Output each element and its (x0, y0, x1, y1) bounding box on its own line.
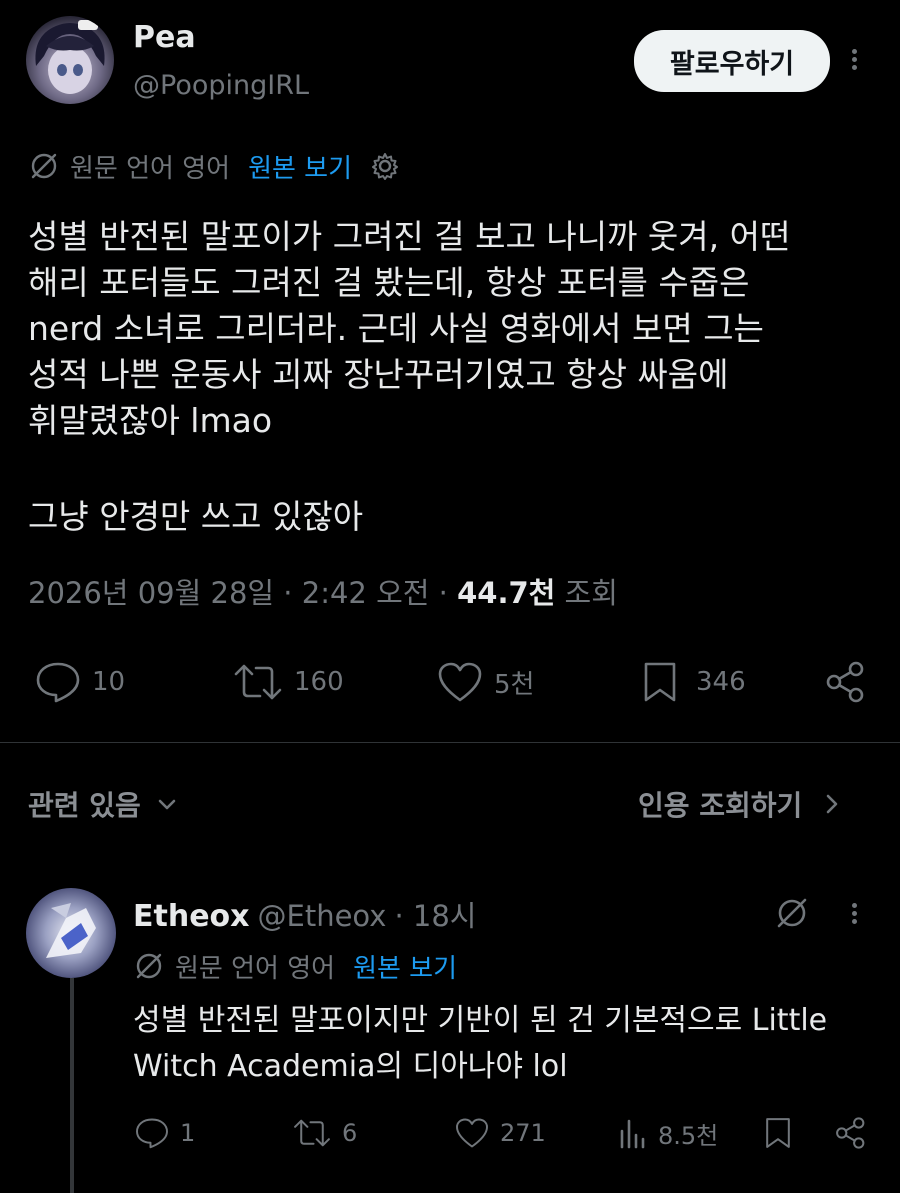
reply-count: 10 (92, 667, 126, 697)
share-icon (836, 1117, 865, 1149)
timestamp[interactable]: 2026년 09월 28일 · 2:42 오전 · (28, 576, 448, 610)
more-options-icon[interactable] (852, 46, 857, 73)
reply-retweet-count: 6 (342, 1119, 358, 1147)
analytics-icon (620, 1119, 645, 1148)
reply-author-avatar[interactable] (26, 888, 116, 978)
divider (0, 742, 900, 743)
reply-more-options-icon[interactable] (852, 900, 857, 927)
like-button[interactable]: 5천 (436, 660, 534, 704)
author-handle[interactable]: @PoopingIRL (133, 70, 309, 101)
reply-reply-button[interactable]: 1 (134, 1116, 195, 1150)
reply-like-button[interactable]: 271 (454, 1116, 546, 1150)
author-avatar[interactable] (26, 16, 114, 104)
reply-author-handle[interactable]: @Etheox (258, 899, 387, 933)
reply-time[interactable]: · 18시 (394, 893, 476, 935)
related-filter[interactable]: 관련 있음 (28, 784, 179, 824)
reply-like-count: 271 (500, 1119, 546, 1147)
reply-button[interactable]: 10 (34, 660, 125, 704)
translate-off-icon (136, 953, 162, 979)
view-quotes-link[interactable]: 인용 조회하기 (638, 784, 844, 824)
reply-show-original-link[interactable]: 원본 보기 (353, 948, 457, 985)
translate-off-icon[interactable] (774, 895, 810, 931)
reply-translation-note: 원문 언어 영어 (175, 953, 336, 984)
timestamp-row: 2026년 09월 28일 · 2:42 오전 · 44.7천 조회 (28, 570, 618, 612)
retweet-icon (234, 664, 282, 700)
quotes-label: 인용 조회하기 (638, 789, 803, 822)
author-name[interactable]: Pea (133, 20, 196, 55)
reply-retweet-button[interactable]: 6 (292, 1116, 357, 1150)
reply-views-button[interactable]: 8.5천 (618, 1116, 718, 1151)
gear-icon[interactable] (370, 151, 400, 181)
show-original-link[interactable]: 원본 보기 (248, 148, 352, 185)
reply-reply-count: 1 (180, 1119, 196, 1147)
bookmark-icon (644, 662, 676, 702)
share-icon (826, 661, 864, 703)
bookmark-button[interactable]: 346 (640, 660, 746, 704)
like-count: 5천 (494, 669, 535, 700)
tweet-body-second-paragraph: 그냥 안경만 쓰고 있잖아 (28, 497, 364, 536)
reply-header: Etheox @Etheox · 18시 (133, 893, 476, 935)
tweet-body: 성별 반전된 말포이가 그려진 걸 보고 나니까 웃겨, 어떤 해리 포터들도 … (28, 217, 791, 440)
chevron-down-icon (158, 799, 176, 810)
views-count: 44.7천 (457, 576, 556, 610)
translation-row: 원문 언어 영어 원본 보기 (28, 148, 400, 184)
bookmark-icon (766, 1118, 790, 1148)
follow-button[interactable]: 팔로우하기 (634, 30, 830, 92)
heart-icon (438, 662, 482, 702)
reply-bookmark-button[interactable] (762, 1116, 794, 1150)
chevron-right-icon (827, 794, 838, 814)
share-button[interactable] (824, 660, 868, 704)
retweet-button[interactable]: 160 (232, 660, 344, 704)
thread-line (70, 978, 74, 1193)
retweet-count: 160 (294, 667, 344, 697)
reply-author-name[interactable]: Etheox (133, 899, 250, 934)
retweet-icon (294, 1119, 330, 1147)
heart-icon (456, 1118, 488, 1148)
translate-off-icon (31, 153, 57, 179)
related-label: 관련 있음 (28, 789, 141, 822)
views-label: 조회 (564, 576, 618, 610)
reply-share-button[interactable] (834, 1116, 868, 1150)
reply-body: 성별 반전된 말포이지만 기반이 된 건 기본적으로 Little Witch … (133, 1003, 828, 1084)
reply-icon (36, 662, 80, 703)
reply-translation-row: 원문 언어 영어 원본 보기 (133, 948, 457, 984)
translation-note: 원문 언어 영어 (70, 153, 231, 184)
reply-icon (136, 1118, 168, 1149)
bookmark-count: 346 (696, 667, 746, 697)
reply-views-count: 8.5천 (658, 1122, 719, 1150)
